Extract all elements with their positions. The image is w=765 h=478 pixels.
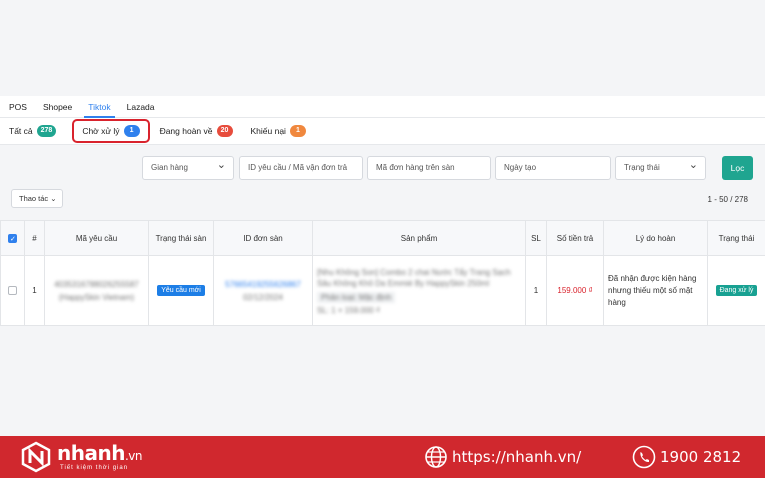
request-code-cell: 4035316788026255587 (HappySkin Vietnam) bbox=[44, 255, 149, 326]
product-cell: [Nhu Không Son] Combo 2 chai Nước Tẩy Tr… bbox=[312, 255, 526, 326]
brand-slogan: Tiết kiệm thời gian bbox=[60, 465, 129, 471]
platform-status-cell: Yêu cầu mới bbox=[148, 255, 214, 326]
pagination-info: 1 - 50 / 278 bbox=[707, 195, 748, 204]
chevron-down-icon: ⌄ bbox=[50, 194, 57, 203]
header-product: Sản phẩm bbox=[312, 220, 526, 256]
order-date: 02/12/2024 bbox=[242, 292, 284, 302]
channel-tabs: POS Shopee Tiktok Lazada bbox=[0, 96, 765, 118]
count-badge: 1 bbox=[289, 125, 306, 137]
actions-button[interactable]: Thao tác ⌄ bbox=[11, 189, 63, 208]
request-code: 4035316788026255587 bbox=[54, 279, 139, 289]
count-badge: 20 bbox=[216, 125, 233, 137]
status-tabs: Tất cả 278 Chờ xử lý 1 Đang hoàn về 20 K… bbox=[0, 118, 765, 145]
top-blank-area bbox=[0, 0, 765, 96]
platform-status-badge: Yêu cầu mới bbox=[157, 285, 205, 296]
status-tab-label: Đang hoàn về bbox=[159, 126, 213, 136]
refund-reason: Đã nhận được kiện hàng nhưng thiếu một s… bbox=[603, 255, 708, 326]
request-id-input[interactable]: ID yêu cầu / Mã vận đơn trả bbox=[239, 156, 363, 180]
status-tab-label: Chờ xử lý bbox=[82, 126, 120, 136]
request-shop: (HappySkin Vietnam) bbox=[58, 292, 135, 302]
tab-pos[interactable]: POS bbox=[9, 96, 27, 118]
filter-button[interactable]: Lọc bbox=[722, 156, 753, 180]
status-select[interactable]: Trạng thái bbox=[615, 154, 706, 180]
status-tab-pending[interactable]: Chờ xử lý 1 bbox=[72, 119, 150, 143]
header-platform-status: Trạng thái sàn bbox=[148, 220, 214, 256]
row-checkbox[interactable] bbox=[8, 286, 17, 296]
header-qty: SL bbox=[525, 220, 547, 256]
product-name: [Nhu Không Son] Combo 2 chai Nước Tẩy Tr… bbox=[317, 267, 511, 288]
phone-icon bbox=[632, 445, 656, 469]
actions-label: Thao tác bbox=[19, 194, 49, 203]
status-tab-all[interactable]: Tất cả 278 bbox=[9, 125, 57, 137]
brand-main: nhanh bbox=[57, 441, 125, 465]
globe-icon bbox=[425, 446, 447, 468]
returns-table: # Mã yêu cầu Trạng thái sàn ID đơn sàn S… bbox=[0, 220, 765, 326]
count-badge: 278 bbox=[36, 125, 57, 137]
select-all-checkbox[interactable] bbox=[8, 233, 17, 245]
tab-tiktok[interactable]: Tiktok bbox=[84, 96, 116, 118]
header-refund: Số tiền trả bbox=[546, 220, 604, 256]
status-tab-complaint[interactable]: Khiếu nại 1 bbox=[251, 125, 306, 137]
status-badge: Đang xử lý bbox=[715, 285, 758, 296]
brand-name: nhanh.vn bbox=[57, 441, 142, 465]
order-id-link[interactable]: 57665419255626867 bbox=[218, 280, 308, 289]
created-date-input[interactable]: Ngày tạo bbox=[495, 156, 611, 180]
footer-banner: nhanh.vn Tiết kiệm thời gian https://nha… bbox=[0, 436, 765, 478]
table-row[interactable]: 1 4035316788026255587 (HappySkin Vietnam… bbox=[0, 255, 765, 326]
hotline-number[interactable]: 1900 2812 bbox=[660, 448, 741, 466]
order-code-input[interactable]: Mã đơn hàng trên sàn bbox=[367, 156, 491, 180]
row-index: 1 bbox=[24, 255, 45, 326]
tab-lazada[interactable]: Lazada bbox=[127, 96, 155, 118]
shop-select[interactable]: Gian hàng bbox=[142, 154, 234, 180]
qty-cell: 1 bbox=[525, 255, 547, 326]
select-all-cell[interactable] bbox=[0, 220, 25, 256]
status-tab-label: Khiếu nại bbox=[250, 126, 286, 136]
status-cell: Đang xử lý bbox=[707, 255, 765, 326]
filter-area: Gian hàng ID yêu cầu / Mã vận đơn trả Mã… bbox=[0, 146, 765, 220]
header-status: Trạng thái bbox=[707, 220, 765, 256]
website-link[interactable]: https://nhanh.vn/ bbox=[452, 448, 581, 466]
nhanh-logo-icon bbox=[21, 441, 51, 473]
header-index: # bbox=[24, 220, 45, 256]
table-header-row: # Mã yêu cầu Trạng thái sàn ID đơn sàn S… bbox=[0, 220, 765, 256]
product-price: SL: 1 × 159.000 ₫ bbox=[317, 305, 381, 315]
brand-suffix: .vn bbox=[124, 449, 143, 463]
header-request-code: Mã yêu cầu bbox=[44, 220, 149, 256]
order-id-cell: 57665419255626867 02/12/2024 bbox=[213, 255, 313, 326]
row-select-cell[interactable] bbox=[0, 255, 25, 326]
header-reason: Lý do hoàn bbox=[603, 220, 708, 256]
tab-shopee[interactable]: Shopee bbox=[43, 96, 72, 118]
product-variant: Phân loại: Mặc định bbox=[317, 291, 396, 303]
header-order-id: ID đơn sàn bbox=[213, 220, 313, 256]
count-badge: 1 bbox=[123, 125, 140, 137]
status-tab-returning[interactable]: Đang hoàn về 20 bbox=[160, 125, 233, 137]
status-tab-label: Tất cả bbox=[9, 126, 33, 136]
refund-amount: 159.000 ₫ bbox=[546, 255, 604, 326]
